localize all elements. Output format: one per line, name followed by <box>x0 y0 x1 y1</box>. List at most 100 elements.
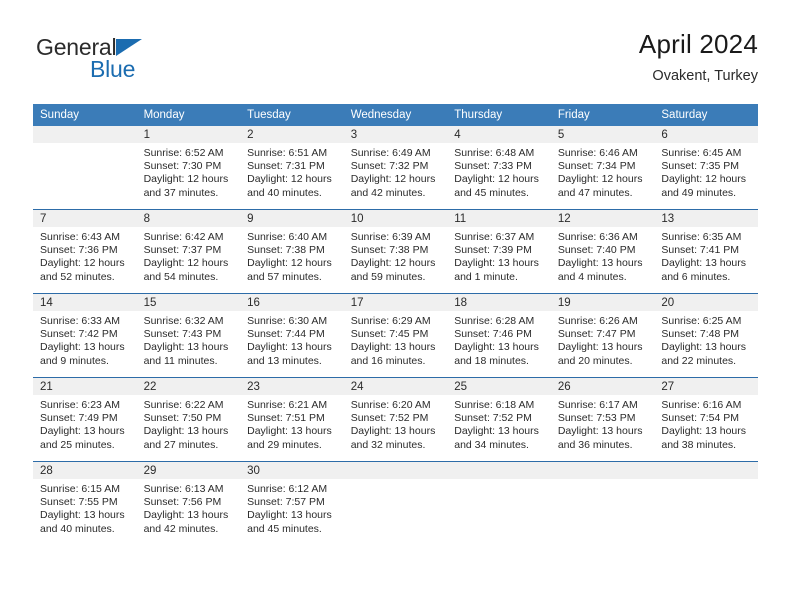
daylight-line-2: and 59 minutes. <box>350 270 426 283</box>
calendar-day-cell[interactable]: 9 Sunrise: 6:40 AM Sunset: 7:38 PM Daylight… <box>240 209 344 294</box>
calendar-day-cell[interactable]: 3 Sunrise: 6:49 AM Sunset: 7:32 PM Daylight… <box>343 126 448 210</box>
day-number: 28 <box>33 462 137 479</box>
calendar-day-cell[interactable] <box>550 461 655 545</box>
calendar-day-cell[interactable] <box>343 461 448 545</box>
day-details: Sunrise: 6:20 AM Sunset: 7:52 PM Daylight:… <box>344 395 448 452</box>
day-cell-body <box>343 462 448 545</box>
calendar-day-cell[interactable]: 6 Sunrise: 6:45 AM Sunset: 7:35 PM Daylight… <box>654 126 758 210</box>
calendar-day-cell[interactable]: 2 Sunrise: 6:51 AM Sunset: 7:31 PM Daylight… <box>240 126 344 210</box>
calendar-table: Sunday Monday Tuesday Wednesday Thursday… <box>33 104 758 545</box>
day-details: Sunrise: 6:33 AM Sunset: 7:42 PM Daylight:… <box>33 311 137 368</box>
sunset-time: Sunset: 7:48 PM <box>661 328 740 341</box>
sunset-time: Sunset: 7:56 PM <box>143 496 222 509</box>
calendar-day-cell[interactable]: 25 Sunrise: 6:18 AM Sunset: 7:52 PM Dayligh… <box>447 377 551 462</box>
day-cell-body: 26 Sunrise: 6:17 AM Sunset: 7:53 PM Dayligh… <box>550 378 655 461</box>
day-cell-body: 11 Sunrise: 6:37 AM Sunset: 7:39 PM Dayligh… <box>447 210 551 293</box>
daylight-line-2: and 45 minutes. <box>247 522 322 535</box>
day-number: 29 <box>136 462 241 479</box>
calendar-day-cell[interactable]: 14 Sunrise: 6:33 AM Sunset: 7:42 PM Dayligh… <box>33 293 137 378</box>
calendar-day-cell[interactable]: 16 Sunrise: 6:30 AM Sunset: 7:44 PM Dayligh… <box>240 293 344 378</box>
calendar-day-cell[interactable] <box>654 461 758 545</box>
calendar-day-cell[interactable]: 22 Sunrise: 6:22 AM Sunset: 7:50 PM Dayligh… <box>136 377 241 462</box>
day-number <box>550 462 655 479</box>
daylight-line-2: and 57 minutes. <box>247 270 322 283</box>
day-details <box>344 479 448 483</box>
calendar-day-cell[interactable] <box>33 126 137 210</box>
day-details: Sunrise: 6:26 AM Sunset: 7:47 PM Daylight:… <box>551 311 655 368</box>
calendar-day-cell[interactable]: 24 Sunrise: 6:20 AM Sunset: 7:52 PM Dayligh… <box>343 377 448 462</box>
calendar-day-cell[interactable]: 20 Sunrise: 6:25 AM Sunset: 7:48 PM Dayligh… <box>654 293 758 378</box>
day-number: 17 <box>343 294 448 311</box>
page-title: April 2024 <box>638 29 758 59</box>
sunset-time: Sunset: 7:38 PM <box>247 244 325 257</box>
calendar-day-cell[interactable]: 30 Sunrise: 6:12 AM Sunset: 7:57 PM Dayligh… <box>240 461 344 545</box>
sunrise-time: Sunrise: 6:16 AM <box>661 399 742 411</box>
day-details: Sunrise: 6:48 AM Sunset: 7:33 PM Daylight:… <box>447 143 551 200</box>
calendar-day-cell[interactable]: 12 Sunrise: 6:36 AM Sunset: 7:40 PM Dayligh… <box>550 209 655 294</box>
location-subtitle: Ovakent, Turkey <box>652 68 758 84</box>
calendar-day-cell[interactable]: 17 Sunrise: 6:29 AM Sunset: 7:45 PM Dayligh… <box>343 293 448 378</box>
weekday-header-saturday: Saturday <box>654 104 758 126</box>
calendar-day-cell[interactable]: 10 Sunrise: 6:39 AM Sunset: 7:38 PM Dayligh… <box>343 209 448 294</box>
day-details: Sunrise: 6:46 AM Sunset: 7:34 PM Daylight:… <box>551 143 655 200</box>
sunrise-time: Sunrise: 6:30 AM <box>247 315 328 327</box>
day-cell-body: 27 Sunrise: 6:16 AM Sunset: 7:54 PM Dayligh… <box>654 378 758 461</box>
daylight-line-1: Daylight: 13 hours <box>143 509 229 522</box>
day-details: Sunrise: 6:42 AM Sunset: 7:37 PM Daylight:… <box>137 227 241 284</box>
day-cell-body: 29 Sunrise: 6:13 AM Sunset: 7:56 PM Dayligh… <box>136 462 241 545</box>
calendar-day-cell[interactable]: 19 Sunrise: 6:26 AM Sunset: 7:47 PM Dayligh… <box>550 293 655 378</box>
weekday-header-wednesday: Wednesday <box>343 104 448 126</box>
sunrise-time: Sunrise: 6:22 AM <box>143 399 224 411</box>
day-number: 11 <box>447 210 551 227</box>
day-number: 1 <box>136 126 241 143</box>
day-cell-body: 28 Sunrise: 6:15 AM Sunset: 7:55 PM Dayligh… <box>33 462 137 545</box>
calendar-day-cell[interactable]: 11 Sunrise: 6:37 AM Sunset: 7:39 PM Dayligh… <box>447 209 551 294</box>
calendar-day-cell[interactable]: 8 Sunrise: 6:42 AM Sunset: 7:37 PM Daylight… <box>136 209 241 294</box>
day-cell-body: 5 Sunrise: 6:46 AM Sunset: 7:34 PM Daylight… <box>550 126 655 209</box>
sunset-time: Sunset: 7:32 PM <box>350 160 429 173</box>
day-number: 9 <box>240 210 344 227</box>
weekday-header-thursday: Thursday <box>447 104 551 126</box>
day-cell-body: 9 Sunrise: 6:40 AM Sunset: 7:38 PM Daylight… <box>240 210 344 293</box>
calendar-day-cell[interactable]: 4 Sunrise: 6:48 AM Sunset: 7:33 PM Daylight… <box>447 126 551 210</box>
daylight-line-1: Daylight: 13 hours <box>40 509 125 522</box>
sunset-time: Sunset: 7:52 PM <box>350 412 429 425</box>
day-cell-body: 4 Sunrise: 6:48 AM Sunset: 7:33 PM Daylight… <box>447 126 551 209</box>
day-details: Sunrise: 6:12 AM Sunset: 7:57 PM Daylight:… <box>240 479 344 536</box>
calendar-day-cell[interactable]: 21 Sunrise: 6:23 AM Sunset: 7:49 PM Dayligh… <box>33 377 137 462</box>
daylight-line-1: Daylight: 12 hours <box>143 173 229 186</box>
calendar-day-cell[interactable]: 5 Sunrise: 6:46 AM Sunset: 7:34 PM Daylight… <box>550 126 655 210</box>
sunrise-time: Sunrise: 6:15 AM <box>40 483 120 495</box>
calendar-day-cell[interactable]: 27 Sunrise: 6:16 AM Sunset: 7:54 PM Dayligh… <box>654 377 758 462</box>
sunrise-time: Sunrise: 6:36 AM <box>557 231 638 243</box>
calendar-day-cell[interactable]: 15 Sunrise: 6:32 AM Sunset: 7:43 PM Dayligh… <box>136 293 241 378</box>
daylight-line-1: Daylight: 13 hours <box>247 341 332 354</box>
daylight-line-1: Daylight: 13 hours <box>661 425 747 438</box>
calendar-day-cell[interactable]: 18 Sunrise: 6:28 AM Sunset: 7:46 PM Dayligh… <box>447 293 551 378</box>
calendar-day-cell[interactable]: 28 Sunrise: 6:15 AM Sunset: 7:55 PM Dayligh… <box>33 461 137 545</box>
calendar-day-cell[interactable]: 26 Sunrise: 6:17 AM Sunset: 7:53 PM Dayligh… <box>550 377 655 462</box>
day-cell-body: 1 Sunrise: 6:52 AM Sunset: 7:30 PM Daylight… <box>136 126 241 209</box>
sunset-time: Sunset: 7:50 PM <box>143 412 222 425</box>
sunrise-time: Sunrise: 6:26 AM <box>557 315 638 327</box>
general-blue-logo: General Blue <box>33 34 233 86</box>
day-details: Sunrise: 6:13 AM Sunset: 7:56 PM Daylight:… <box>137 479 241 536</box>
calendar-day-cell[interactable]: 29 Sunrise: 6:13 AM Sunset: 7:56 PM Dayligh… <box>136 461 241 545</box>
day-cell-body: 22 Sunrise: 6:22 AM Sunset: 7:50 PM Dayligh… <box>136 378 241 461</box>
day-number: 4 <box>447 126 551 143</box>
calendar-day-cell[interactable]: 13 Sunrise: 6:35 AM Sunset: 7:41 PM Dayligh… <box>654 209 758 294</box>
sunset-time: Sunset: 7:42 PM <box>40 328 118 341</box>
calendar-day-cell[interactable]: 1 Sunrise: 6:52 AM Sunset: 7:30 PM Daylight… <box>136 126 241 210</box>
sunset-time: Sunset: 7:55 PM <box>40 496 118 509</box>
calendar-day-cell[interactable]: 7 Sunrise: 6:43 AM Sunset: 7:36 PM Daylight… <box>33 209 137 294</box>
daylight-line-2: and 42 minutes. <box>350 186 426 199</box>
sunset-time: Sunset: 7:35 PM <box>661 160 740 173</box>
daylight-line-2: and 16 minutes. <box>350 354 426 367</box>
daylight-line-2: and 13 minutes. <box>247 354 322 367</box>
day-number: 15 <box>136 294 241 311</box>
calendar-header-row: Sunday Monday Tuesday Wednesday Thursday… <box>33 104 758 126</box>
calendar-day-cell[interactable] <box>447 461 551 545</box>
daylight-line-1: Daylight: 13 hours <box>661 257 747 270</box>
day-details: Sunrise: 6:29 AM Sunset: 7:45 PM Daylight:… <box>344 311 448 368</box>
calendar-day-cell[interactable]: 23 Sunrise: 6:21 AM Sunset: 7:51 PM Dayligh… <box>240 377 344 462</box>
